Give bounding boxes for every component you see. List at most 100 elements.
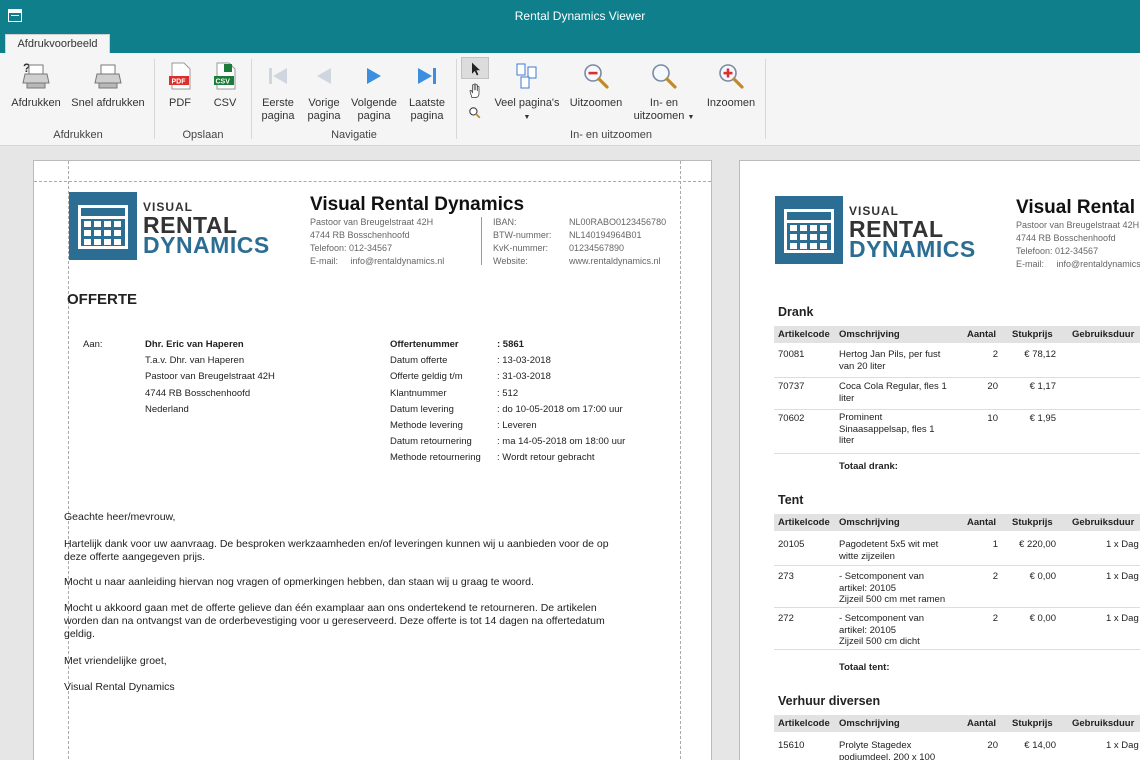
table-header: Artikelcode Omschrijving Aantal Stukprijs Ge… [774,326,1140,343]
print-preview-area[interactable]: VISUAL RENTAL DYNAMICS Visual Rental Dyn… [0,146,1140,760]
group-label-print: Afdrukken [53,129,103,141]
magnifier-tool-button[interactable] [461,103,489,123]
ribbon-separator [456,59,457,139]
zoom-in-button[interactable]: Inzoomen [702,55,760,125]
previous-page-label: Vorige pagina [307,97,341,122]
magnifier-small-icon [469,107,481,119]
tab-afdrukvoorbeeld[interactable]: Afdrukvoorbeeld [5,34,110,53]
offer-field-labels: Offertenummer Datum offerte Offerte geld… [390,339,481,464]
table-row: 20105 Pagodetent 5x5 wit met witte zijzei… [774,534,1140,566]
previous-page-button[interactable]: Vorige pagina [302,55,346,125]
chevron-down-icon: ▼ [523,114,531,121]
table-header: Artikelcode Omschrijving Aantal Stukprijs Ge… [774,715,1140,732]
section-title-drank: Drank [778,305,814,319]
pdf-badge: PDF [172,79,187,86]
next-page-button[interactable]: Volgende pagina [348,55,400,125]
company-logo: VISUAL RENTAL DYNAMICS [69,190,279,262]
previous-page-icon [317,68,331,84]
ribbon-separator [765,59,766,139]
table-row: 70737 Coca Cola Regular, fles 1 liter 20 … [774,378,1140,410]
chevron-down-icon: ▼ [687,114,695,121]
group-label-save: Opslaan [182,129,224,141]
many-pages-icon [516,63,537,89]
csv-file-icon: CSV [214,62,236,90]
csv-badge: CSV [216,79,231,86]
csv-button[interactable]: CSV CSV [205,55,245,125]
quick-print-button[interactable]: Snel afdrukken [68,55,148,125]
next-page-label: Volgende pagina [351,97,397,122]
letter-signature: Visual Rental Dynamics [64,681,175,693]
zoom-out-label: Uitzoomen [569,97,623,109]
many-pages-button[interactable]: Veel pagina's ▼ [494,55,560,125]
zoom-button[interactable]: In- en uitzoomen ▼ [630,55,698,125]
letter-paragraph-1: Hartelijk dank voor uw aanvraag. De besp… [64,538,609,563]
zoom-out-button[interactable]: Uitzoomen [566,55,626,125]
printer-help-icon: ? [22,61,50,89]
company-finance-labels: IBAN: BTW-nummer: KvK-nummer: Website: [493,217,552,266]
next-page-icon [367,68,381,84]
margin-guide [34,181,711,182]
company-name: Visual Rental [1016,197,1135,218]
window-title: Rental Dynamics Viewer [514,9,646,23]
csv-label: CSV [213,97,237,109]
first-page-icon [269,68,287,84]
ribbon-separator [154,59,155,139]
pdf-file-icon: PDF [169,62,191,90]
table-row: 15610 Prolyte Stagedex podiumdeel, 200 x … [774,735,1140,760]
last-page-icon [418,68,436,84]
document-title: OFFERTE [67,291,137,308]
zoom-in-icon [719,64,744,89]
hand-tool-button[interactable] [461,80,489,102]
zoom-label: In- en uitzoomen ▼ [633,97,695,122]
pointer-tool-button[interactable] [461,57,489,79]
header-divider [481,217,482,265]
last-page-label: Laatste pagina [408,97,446,122]
last-page-button[interactable]: Laatste pagina [404,55,450,125]
recipient-block: Dhr. Eric van Haperen T.a.v. Dhr. van Ha… [145,339,275,415]
first-page-label: Eerste pagina [261,97,295,122]
table-header: Artikelcode Omschrijving Aantal Stukprijs Ge… [774,514,1140,531]
ribbon: ? Afdrukken Snel afdrukken Afdrukken PDF… [0,53,1140,146]
row-description: Hertog Jan Pils, per fust van 20 liter [839,349,941,372]
first-page-button[interactable]: Eerste pagina [256,55,300,125]
print-button[interactable]: ? Afdrukken [8,55,64,125]
section-total-tent: Totaal tent: [839,662,890,673]
print-label: Afdrukken [11,97,61,109]
group-label-zoom: In- en uitzoomen [570,129,652,141]
table-row: 70081 Hertog Jan Pils, per fust van 20 li… [774,346,1140,378]
row-description: Coca Cola Regular, fles 1 liter [839,381,947,404]
company-finance-values: NL00RABO0123456780 NL140194964B01 012345… [569,217,667,266]
table-row: 70602 Prominent Sinaasappelsap, fles 1 lit… [774,410,1140,454]
calendar-logo-icon [775,196,843,264]
row-description: Prominent Sinaasappelsap, fles 1 liter [839,412,935,446]
zoom-out-icon [584,64,609,89]
row-description: Pagodetent 5x5 wit met witte zijzeilen [839,539,939,562]
magnifier-icon [652,64,677,89]
title-bar: Rental Dynamics Viewer [0,0,1140,32]
letter-greeting: Geachte heer/mevrouw, [64,511,176,523]
preview-page-1: VISUAL RENTAL DYNAMICS Visual Rental Dyn… [33,160,712,760]
ribbon-separator [251,59,252,139]
company-address: Pastoor van Breugelstraat 42H 4744 RB Bo… [1016,220,1140,269]
section-title-verhuur-diversen: Verhuur diversen [778,694,881,708]
table-row: 272 - Setcomponent van artikel: 20105 Zijz… [774,608,1140,650]
letter-paragraph-3: Mocht u akkoord gaan met de offerte geli… [64,602,605,640]
company-address: Pastoor van Breugelstraat 42H 4744 RB Bo… [310,217,445,266]
recipient-label: Aan: [83,339,103,350]
many-pages-label: Veel pagina's ▼ [494,97,560,121]
row-description: - Setcomponent van artikel: 20105 Zijzeil … [839,571,946,605]
margin-guide [680,161,681,760]
offer-field-values: : 5861 : 13-03-2018 : 31-03-2018 : 512 :… [497,339,626,464]
printer-icon [94,64,122,89]
letter-closing: Met vriendelijke groet, [64,655,167,667]
section-total-drank: Totaal drank: [839,461,898,472]
company-logo: VISUAL RENTAL DYNAMICS [775,194,985,266]
section-title-tent: Tent [778,493,804,507]
pdf-button[interactable]: PDF PDF [160,55,200,125]
hand-icon [469,83,480,98]
ribbon-tabstrip: Afdrukvoorbeeld [0,32,1140,53]
row-description: Prolyte Stagedex podiumdeel, 200 x 100 [839,740,936,760]
group-label-navigation: Navigatie [331,129,377,141]
row-description: - Setcomponent van artikel: 20105 Zijzeil … [839,613,925,647]
company-name: Visual Rental Dynamics [310,194,525,215]
